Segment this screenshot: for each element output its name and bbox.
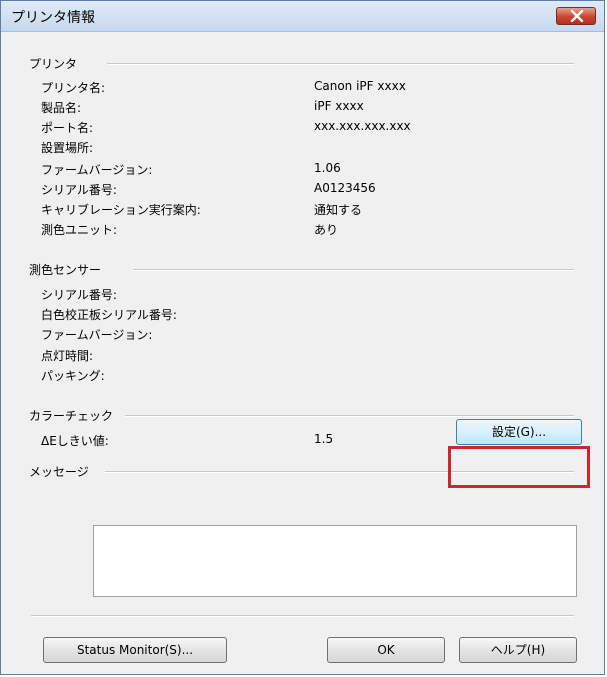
delta-e-threshold-label: ΔEしきい値: xyxy=(41,434,109,448)
white-plate-serial-label: 白色校正板シリアル番号: xyxy=(41,308,177,322)
sensor-group-divider xyxy=(133,269,574,271)
sensor-firmware-label: ファームバージョン: xyxy=(41,328,153,342)
ok-button[interactable]: OK xyxy=(327,637,445,663)
product-name-label: 製品名: xyxy=(41,101,82,115)
bottom-divider xyxy=(31,615,574,617)
product-name-value: iPF xxxx xyxy=(314,99,364,113)
printer-group-divider xyxy=(107,63,574,65)
title-bar: プリンタ情報 xyxy=(1,1,604,32)
printer-group-title: プリンタ xyxy=(29,57,78,71)
close-button[interactable] xyxy=(556,7,596,25)
close-icon xyxy=(570,10,584,22)
calibration-guide-value: 通知する xyxy=(314,203,363,217)
color-unit-label: 測色ユニット: xyxy=(41,223,118,237)
packing-label: パッキング: xyxy=(41,369,105,383)
settings-button[interactable]: 設定(G)... xyxy=(456,419,582,445)
printer-info-dialog: プリンタ情報 プリンタ プリンタ名: Canon iPF xxxx 製品名: i… xyxy=(0,0,605,675)
printer-name-value: Canon iPF xxxx xyxy=(314,79,406,93)
window-title: プリンタ情報 xyxy=(11,10,95,26)
status-monitor-button[interactable]: Status Monitor(S)... xyxy=(43,637,227,663)
location-label: 設置場所: xyxy=(41,141,94,155)
color-unit-value: あり xyxy=(314,223,339,237)
sensor-group-title: 測色センサー xyxy=(29,263,102,277)
printer-name-label: プリンタ名: xyxy=(41,81,106,95)
serial-number-value: A0123456 xyxy=(314,181,376,195)
color-check-group-divider xyxy=(125,415,574,417)
delta-e-threshold-value: 1.5 xyxy=(314,432,334,446)
color-check-group-title: カラーチェック xyxy=(29,409,114,423)
message-group-title: メッセージ xyxy=(29,465,89,479)
sensor-serial-label: シリアル番号: xyxy=(41,288,117,302)
lighting-time-label: 点灯時間: xyxy=(41,349,94,363)
help-button[interactable]: ヘルプ(H) xyxy=(459,637,577,663)
serial-number-label: シリアル番号: xyxy=(41,183,117,197)
calibration-guide-label: キャリブレーション実行案内: xyxy=(41,203,201,217)
firmware-version-label: ファームバージョン: xyxy=(41,163,153,177)
port-name-label: ポート名: xyxy=(41,121,94,135)
firmware-version-value: 1.06 xyxy=(314,161,341,175)
port-name-value: xxx.xxx.xxx.xxx xyxy=(314,119,411,133)
highlight-frame xyxy=(448,446,590,488)
message-textbox[interactable] xyxy=(93,525,577,597)
